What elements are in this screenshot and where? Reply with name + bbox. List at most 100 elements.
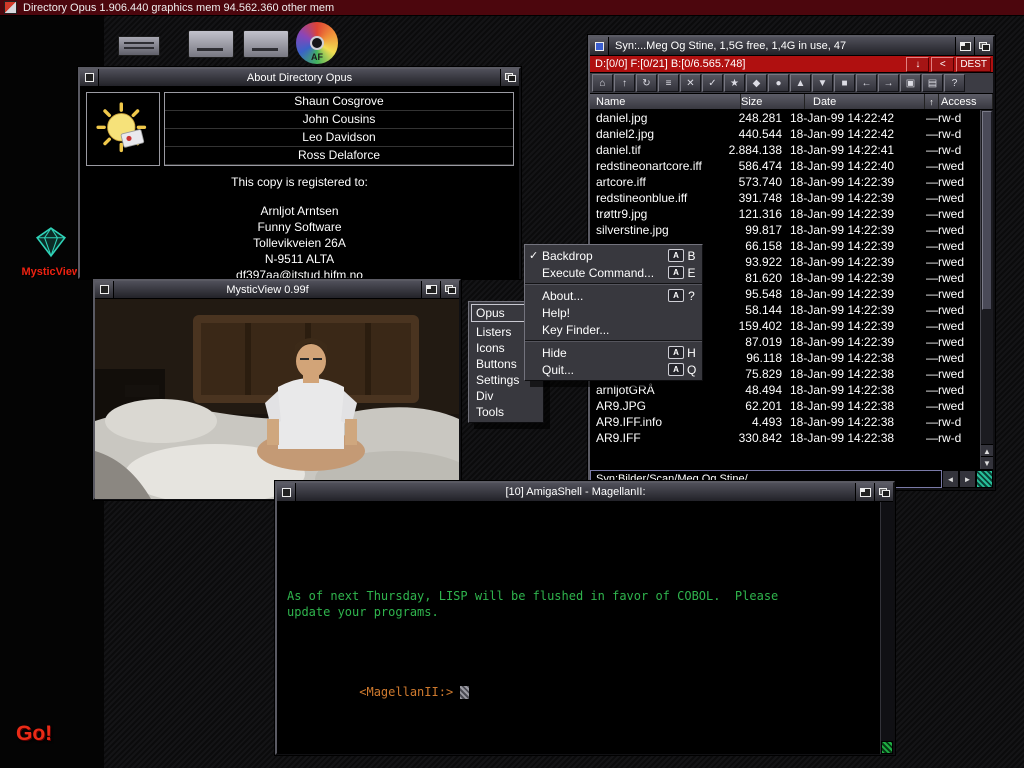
scroll-down-arrow[interactable]: ▼: [981, 456, 993, 469]
opus-menu-item[interactable]: Div: [471, 388, 541, 404]
depth-gadget[interactable]: [440, 281, 459, 298]
opus-menu-item[interactable]: Tools: [471, 404, 541, 420]
vertical-scrollbar[interactable]: ▲ ▼: [980, 110, 993, 469]
dest-button[interactable]: DEST: [956, 57, 991, 72]
column-header-access[interactable]: Access: [939, 94, 993, 109]
file-row[interactable]: AR9.IFF 330.842 18-Jan-99 14:22:38 —rw-d: [590, 430, 980, 446]
file-row[interactable]: redstineonblue.iff 391.748 18-Jan-99 14:…: [590, 190, 980, 206]
file-access: —rwed: [924, 223, 980, 237]
file-row[interactable]: artcore.iff 573.740 18-Jan-99 14:22:39 —…: [590, 174, 980, 190]
author-name: Ross Delaforce: [165, 147, 513, 165]
iconify-gadget[interactable]: [955, 37, 974, 55]
file-access: —rwed: [924, 351, 980, 365]
menu-item-execute-command[interactable]: Execute Command... AE: [525, 264, 702, 281]
file-row[interactable]: daniel.jpg 248.281 18-Jan-99 14:22:42 —r…: [590, 110, 980, 126]
menu-item-backdrop[interactable]: ✓ Backdrop AB: [525, 247, 702, 264]
file-date: 18-Jan-99 14:22:38: [782, 383, 910, 397]
lister-close-gadget[interactable]: [590, 37, 609, 55]
sort-direction-icon[interactable]: ↑: [925, 94, 939, 109]
zoom-gadget[interactable]: [421, 281, 440, 298]
close-gadget[interactable]: [95, 281, 114, 298]
toolbar-button-icon[interactable]: ↻: [636, 74, 657, 92]
file-size: 62.201: [718, 399, 782, 413]
menu-item-hide[interactable]: Hide AH: [525, 344, 702, 361]
author-name: John Cousins: [165, 111, 513, 129]
scroll-right-arrow[interactable]: ►: [959, 470, 976, 488]
file-access: —rwed: [924, 255, 980, 269]
toolbar-button-icon[interactable]: ←: [856, 74, 877, 92]
close-gadget[interactable]: [277, 483, 296, 501]
close-gadget[interactable]: [80, 69, 99, 86]
registered-line: N-9511 ALTA: [80, 251, 519, 267]
go-button-icon[interactable]: Go!: [16, 722, 52, 746]
ram-disk-icon[interactable]: [118, 36, 160, 56]
file-row[interactable]: AR9.JPG 62.201 18-Jan-99 14:22:38 —rwed: [590, 398, 980, 414]
file-row[interactable]: daniel2.jpg 440.544 18-Jan-99 14:22:42 —…: [590, 126, 980, 142]
toolbar-button-icon[interactable]: ↑: [614, 74, 635, 92]
shortcut-key: Q: [687, 363, 696, 377]
depth-gadget[interactable]: [500, 69, 519, 86]
toolbar-button-icon[interactable]: ▲: [790, 74, 811, 92]
workbench-screen: Directory Opus 1.906.440 graphics mem 94…: [0, 0, 1024, 768]
cd-disc-icon[interactable]: AF: [295, 21, 339, 65]
menu-item-key-finder[interactable]: Key Finder...: [525, 321, 702, 338]
file-date: 18-Jan-99 14:22:38: [782, 399, 910, 413]
file-row[interactable]: silverstine.jpg 99.817 18-Jan-99 14:22:3…: [590, 222, 980, 238]
file-row[interactable]: trøttr9.jpg 121.316 18-Jan-99 14:22:39 —…: [590, 206, 980, 222]
shortcut-key: E: [687, 266, 696, 280]
file-date: 18-Jan-99 14:22:40: [782, 159, 910, 173]
toolbar-button-icon[interactable]: ✓: [702, 74, 723, 92]
shell-cursor[interactable]: [460, 686, 469, 699]
lister-titlebar[interactable]: Syn:...Meg Og Stine, 1,5G free, 1,4G in …: [590, 37, 993, 56]
file-size: 4.493: [718, 415, 782, 429]
shell-resize-gadget[interactable]: [881, 741, 893, 754]
menu-item-label: Key Finder...: [542, 323, 609, 337]
resize-gadget[interactable]: [976, 470, 993, 488]
about-titlebar[interactable]: About Directory Opus: [80, 69, 519, 87]
toolbar-button-icon[interactable]: ▤: [922, 74, 943, 92]
column-header-size[interactable]: Size: [741, 94, 805, 109]
toolbar-button-icon[interactable]: ≡: [658, 74, 679, 92]
toolbar-button-icon[interactable]: ■: [834, 74, 855, 92]
mysticview-titlebar[interactable]: MysticView 0.99f: [95, 281, 459, 299]
shell-titlebar[interactable]: [10] AmigaShell - MagellanII:: [277, 483, 893, 502]
file-name: redstineonblue.iff: [590, 191, 718, 205]
file-date: 18-Jan-99 14:22:39: [782, 175, 910, 189]
file-row[interactable]: daniel.tif 2.884.138 18-Jan-99 14:22:41 …: [590, 142, 980, 158]
drive-icon[interactable]: [188, 30, 234, 58]
toolbar-button-icon[interactable]: ?: [944, 74, 965, 92]
depth-gadget[interactable]: [974, 37, 993, 55]
file-row[interactable]: AR9.IFF.info 4.493 18-Jan-99 14:22:38 —r…: [590, 414, 980, 430]
scrollbar-thumb[interactable]: [982, 111, 992, 310]
file-row[interactable]: redstineonartcore.iff 586.474 18-Jan-99 …: [590, 158, 980, 174]
toolbar-button-icon[interactable]: ✕: [680, 74, 701, 92]
menu-item-help[interactable]: Help!: [525, 304, 702, 321]
zoom-gadget[interactable]: [855, 483, 874, 501]
file-size: 440.544: [718, 127, 782, 141]
toolbar-button-icon[interactable]: ★: [724, 74, 745, 92]
shortcut-key: ?: [687, 289, 696, 303]
shell-scrollbar[interactable]: [880, 502, 893, 754]
file-name: daniel.jpg: [590, 111, 718, 125]
toolbar-button-icon[interactable]: ▼: [812, 74, 833, 92]
scroll-down-button[interactable]: ↓: [906, 57, 929, 72]
drive-icon[interactable]: [243, 30, 289, 58]
menu-item-about[interactable]: About... A?: [525, 287, 702, 304]
toolbar-button-icon[interactable]: →: [878, 74, 899, 92]
toolbar-button-icon[interactable]: ⌂: [592, 74, 613, 92]
file-row[interactable]: arnljotGRÅ 48.494 18-Jan-99 14:22:38 —rw…: [590, 382, 980, 398]
toolbar-button-icon[interactable]: ◆: [746, 74, 767, 92]
toolbar-button-icon[interactable]: ●: [768, 74, 789, 92]
shell-console[interactable]: As of next Thursday, LISP will be flushe…: [277, 502, 893, 754]
depth-gadget[interactable]: [874, 483, 893, 501]
file-size: 391.748: [718, 191, 782, 205]
scroll-left-arrow[interactable]: ◄: [942, 470, 959, 488]
menu-item-quit[interactable]: Quit... AQ: [525, 361, 702, 378]
screen-titlebar[interactable]: Directory Opus 1.906.440 graphics mem 94…: [0, 0, 1024, 16]
toolbar-button-icon[interactable]: ▣: [900, 74, 921, 92]
previous-dir-button[interactable]: <: [931, 57, 954, 72]
file-size: 99.817: [718, 223, 782, 237]
amiga-key-icon: A: [668, 289, 684, 302]
column-header-name[interactable]: Name: [590, 94, 741, 109]
column-header-date[interactable]: Date: [805, 94, 925, 109]
